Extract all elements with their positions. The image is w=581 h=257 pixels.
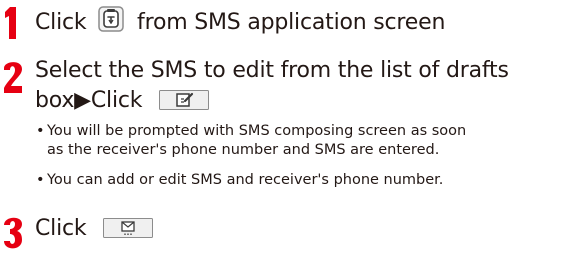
step-2-click-label: box▶Click	[35, 88, 143, 113]
step-2-line-2: box▶Click	[35, 86, 509, 116]
bullet-marker: •	[36, 123, 45, 139]
sms-compose-new-icon[interactable]	[98, 6, 124, 32]
send-message-button-icon[interactable]	[103, 218, 154, 238]
step-3-click-label: Click	[35, 216, 87, 241]
note-item-2: • You can add or edit SMS and receiver's…	[36, 171, 444, 190]
step-1-click-label: Click	[35, 10, 87, 35]
bullet-marker: •	[36, 172, 45, 188]
step-number-2	[2, 58, 24, 96]
note-item-1: • You will be prompted with SMS composin…	[36, 122, 467, 160]
step-number-1	[2, 4, 24, 42]
edit-button-icon[interactable]	[159, 90, 210, 110]
step-2-text: Select the SMS to edit from the list of …	[35, 56, 509, 116]
note-1-line-1: You will be prompted with SMS composing …	[47, 123, 467, 139]
step-1-description: from SMS application screen	[137, 10, 446, 35]
step-3-text: Click	[35, 214, 154, 244]
step-number-3	[2, 214, 24, 252]
note-2-line-1: You can add or edit SMS and receiver's p…	[47, 172, 444, 188]
step-2-line-1: Select the SMS to edit from the list of …	[35, 58, 509, 83]
note-1-line-2: as the receiver's phone number and SMS a…	[47, 142, 440, 158]
step-1-text: Click from SMS application screen	[35, 6, 445, 38]
